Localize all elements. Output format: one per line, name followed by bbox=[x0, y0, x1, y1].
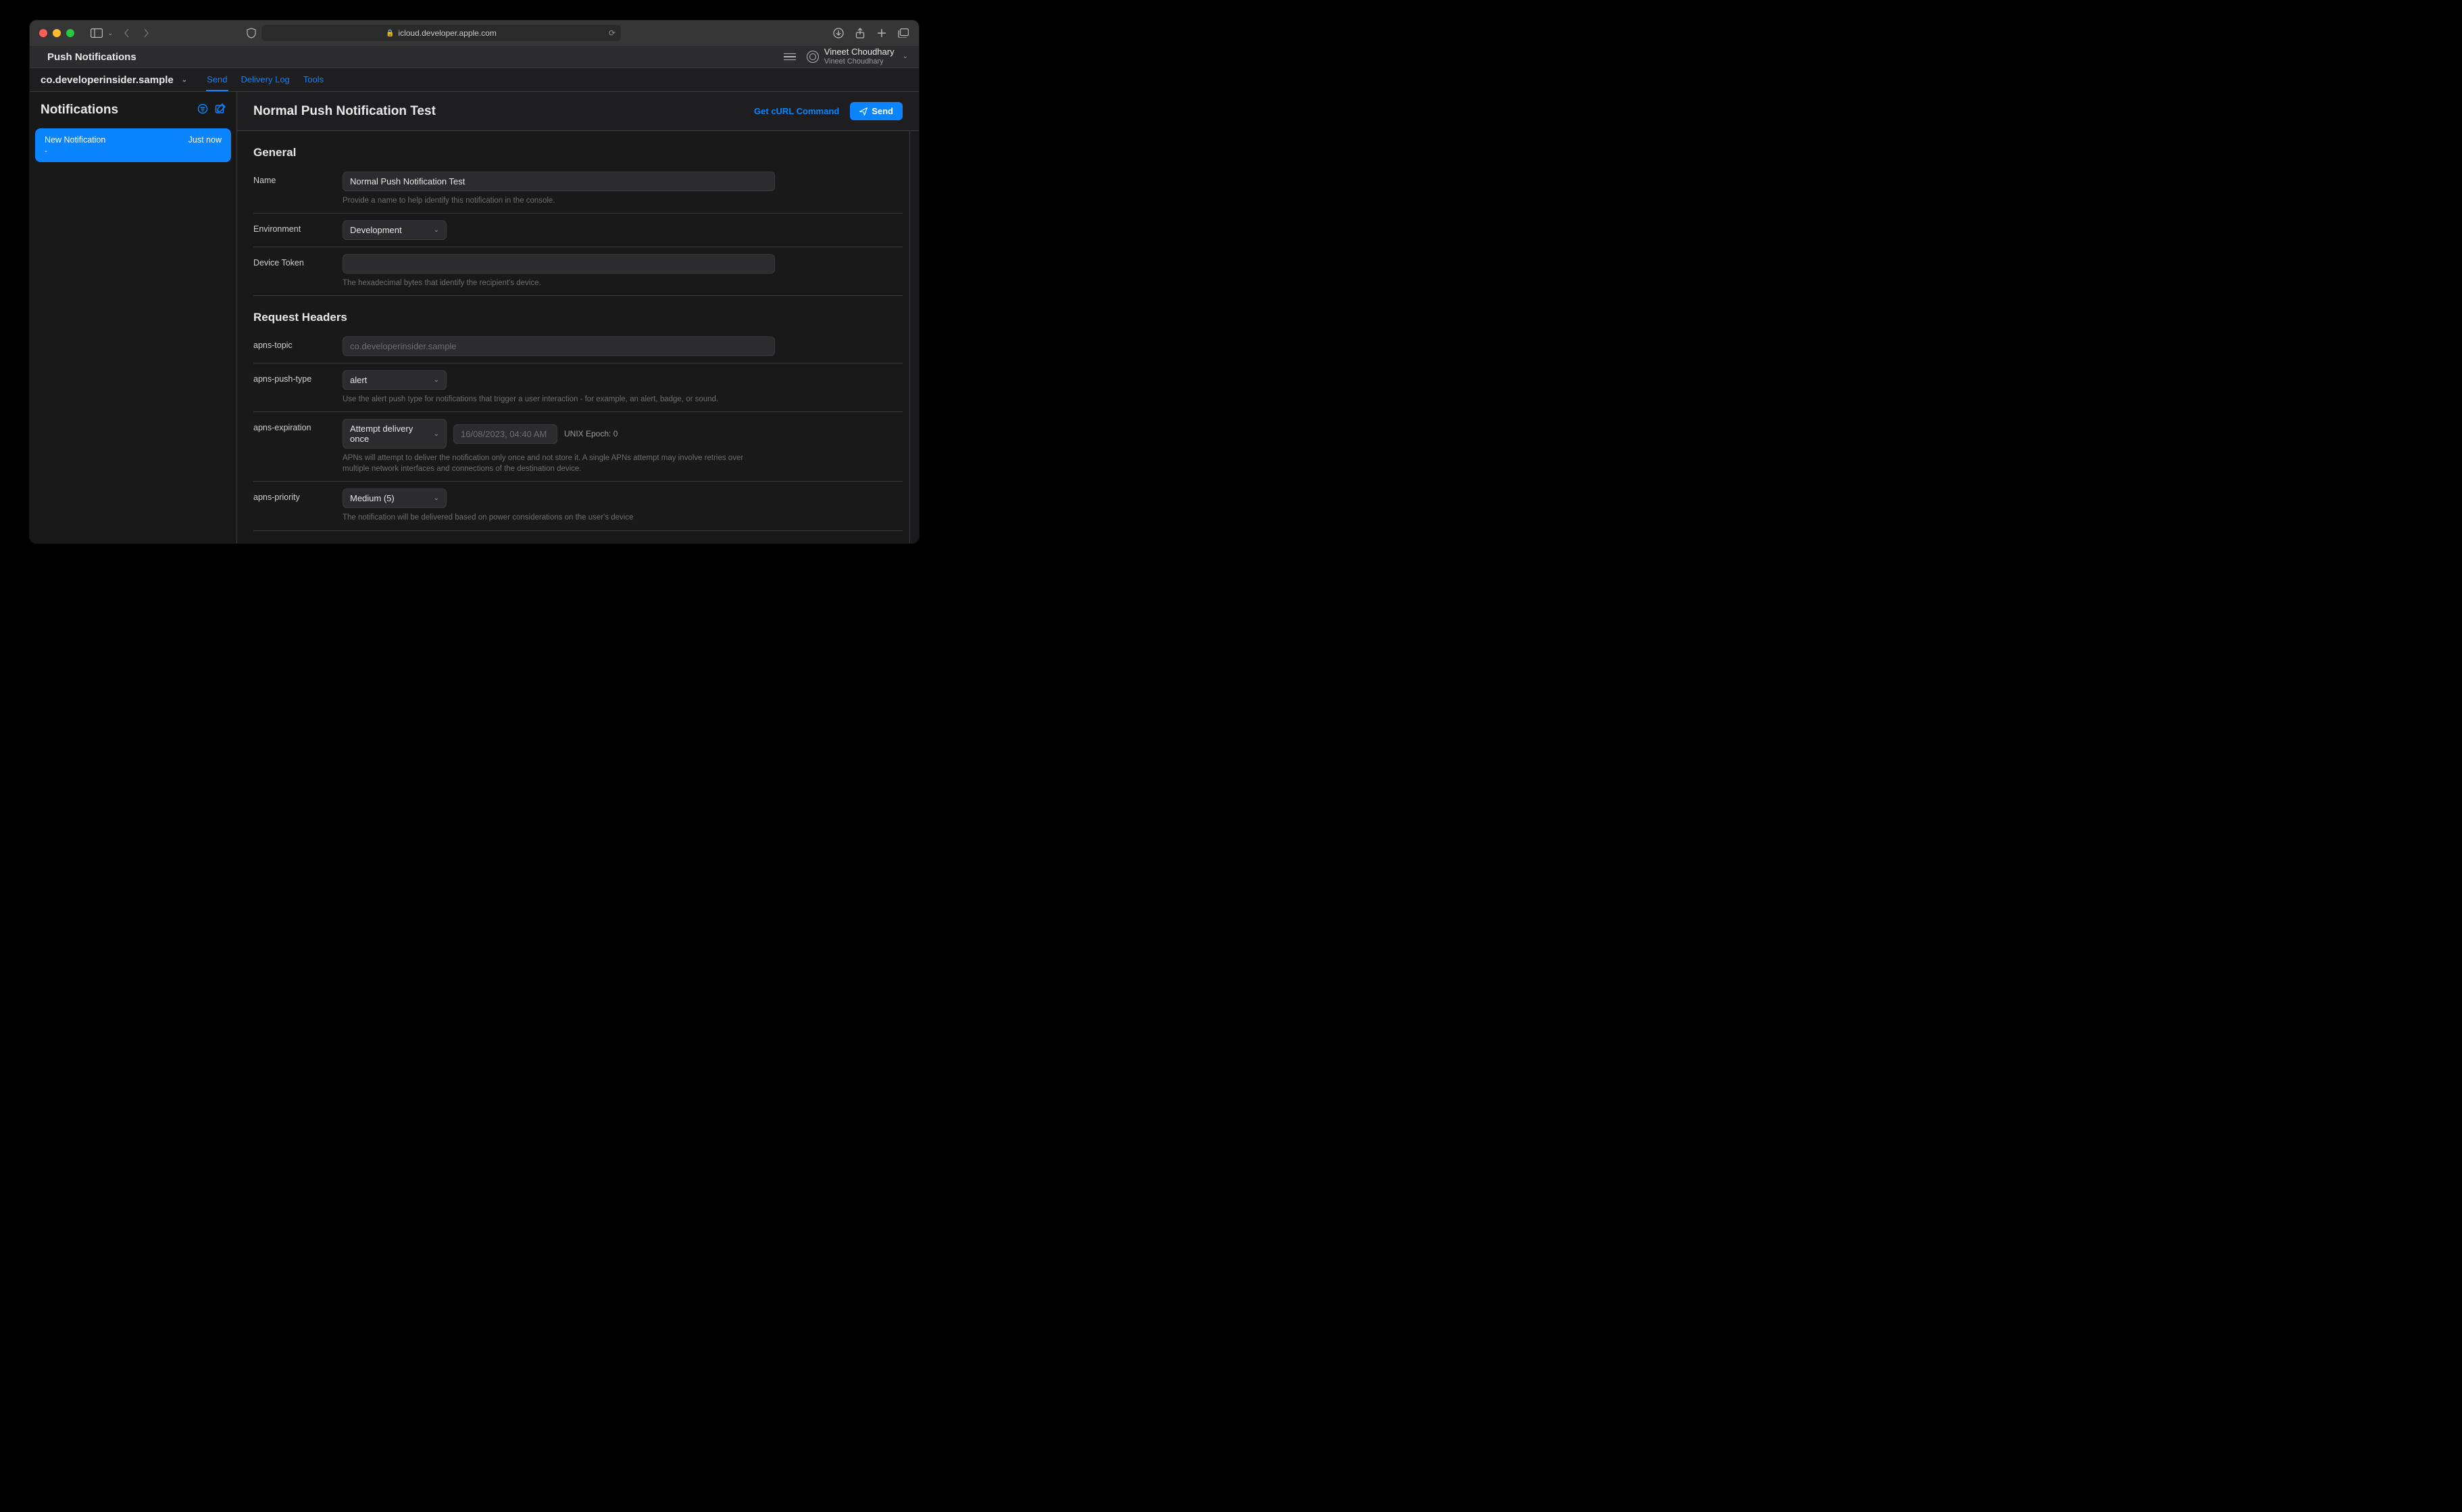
minimize-window-button[interactable] bbox=[53, 29, 61, 37]
app-header: Push Notifications Vineet Choudhary Vine… bbox=[30, 46, 919, 68]
chevron-down-icon: ⌄ bbox=[107, 30, 113, 37]
lock-icon: 🔒 bbox=[386, 30, 394, 37]
filter-icon[interactable] bbox=[197, 103, 208, 118]
chevron-down-icon: ⌄ bbox=[903, 53, 908, 60]
share-icon[interactable] bbox=[854, 27, 866, 39]
chevron-down-icon: ⌄ bbox=[182, 76, 187, 84]
user-team: Vineet Choudhary bbox=[824, 57, 895, 66]
new-tab-icon[interactable] bbox=[876, 27, 888, 39]
url-bar[interactable]: 🔒 icloud.developer.apple.com ⟳ bbox=[261, 25, 621, 41]
content-pane: Normal Push Notification Test Get cURL C… bbox=[237, 92, 919, 543]
environment-value: Development bbox=[350, 225, 402, 235]
environment-label: Environment bbox=[253, 220, 332, 234]
get-curl-button[interactable]: Get cURL Command bbox=[754, 106, 839, 116]
name-label: Name bbox=[253, 172, 332, 185]
apns-priority-select[interactable]: Medium (5) ⌄ bbox=[343, 488, 447, 508]
tab-delivery-log[interactable]: Delivery Log bbox=[241, 68, 291, 91]
tab-overview-icon[interactable] bbox=[897, 27, 909, 39]
apns-topic-label: apns-topic bbox=[253, 336, 332, 350]
apns-expiration-value: Attempt delivery once bbox=[350, 424, 431, 444]
window-controls bbox=[39, 29, 74, 37]
nav-back-button[interactable] bbox=[121, 27, 133, 39]
apns-push-type-label: apns-push-type bbox=[253, 370, 332, 384]
section-general: General bbox=[253, 146, 903, 159]
apns-topic-input[interactable] bbox=[343, 336, 775, 356]
sidebar: Notifications New Notification Just now … bbox=[30, 92, 237, 543]
nav-forward-button[interactable] bbox=[140, 27, 152, 39]
page-title: Normal Push Notification Test bbox=[253, 104, 754, 119]
apns-priority-value: Medium (5) bbox=[350, 493, 395, 503]
device-token-help: The hexadecimal bytes that identify the … bbox=[343, 278, 775, 288]
sidebar-title: Notifications bbox=[41, 103, 191, 118]
apns-push-type-help: Use the alert push type for notification… bbox=[343, 394, 775, 405]
apns-expiration-select[interactable]: Attempt delivery once ⌄ bbox=[343, 419, 447, 449]
app-id-selector[interactable]: co.developerinsider.sample ⌄ bbox=[41, 74, 187, 86]
device-token-input[interactable] bbox=[343, 254, 775, 274]
browser-toolbar: ⌄ 🔒 icloud.developer.apple.com ⟳ bbox=[30, 20, 919, 46]
reload-icon[interactable]: ⟳ bbox=[609, 28, 616, 38]
user-name: Vineet Choudhary bbox=[824, 47, 895, 57]
apns-expiration-epoch: UNIX Epoch: 0 bbox=[564, 429, 618, 438]
send-button[interactable]: Send bbox=[850, 102, 903, 120]
notification-list-item[interactable]: New Notification Just now - bbox=[35, 128, 231, 162]
sub-header: co.developerinsider.sample ⌄ Send Delive… bbox=[30, 68, 919, 92]
send-button-label: Send bbox=[872, 106, 893, 116]
name-help: Provide a name to help identify this not… bbox=[343, 195, 775, 206]
apns-expiration-label: apns-expiration bbox=[253, 419, 332, 432]
url-text: icloud.developer.apple.com bbox=[398, 28, 496, 38]
notification-title: New Notification bbox=[45, 135, 105, 145]
account-menu[interactable]: Vineet Choudhary Vineet Choudhary ⌄ bbox=[807, 47, 908, 66]
apns-priority-help: The notification will be delivered based… bbox=[343, 512, 775, 523]
tab-send[interactable]: Send bbox=[206, 68, 228, 91]
notification-time: Just now bbox=[189, 135, 222, 145]
apns-expiration-date-input[interactable] bbox=[453, 424, 557, 444]
app-window: ⌄ 🔒 icloud.developer.apple.com ⟳ bbox=[30, 20, 919, 543]
app-title: Push Notifications bbox=[47, 51, 136, 63]
app-id-label: co.developerinsider.sample bbox=[41, 74, 174, 86]
main-area: Notifications New Notification Just now … bbox=[30, 92, 919, 543]
chevron-down-icon: ⌄ bbox=[434, 430, 439, 438]
close-window-button[interactable] bbox=[39, 29, 47, 37]
notification-sub: - bbox=[45, 146, 222, 155]
apns-push-type-select[interactable]: alert ⌄ bbox=[343, 370, 447, 390]
chevron-down-icon: ⌄ bbox=[434, 495, 439, 502]
tab-tools[interactable]: Tools bbox=[303, 68, 324, 91]
apns-push-type-value: alert bbox=[350, 375, 367, 385]
chevron-down-icon: ⌄ bbox=[434, 226, 439, 234]
menu-button[interactable] bbox=[784, 53, 796, 61]
sidebar-toggle-button[interactable]: ⌄ bbox=[91, 27, 113, 39]
compose-icon[interactable] bbox=[215, 103, 226, 118]
scrollbar[interactable] bbox=[909, 92, 919, 543]
apns-expiration-help: APNs will attempt to deliver the notific… bbox=[343, 453, 748, 474]
downloads-icon[interactable] bbox=[832, 27, 845, 39]
section-headers: Request Headers bbox=[253, 311, 903, 324]
send-icon bbox=[859, 107, 868, 116]
chevron-down-icon: ⌄ bbox=[434, 376, 439, 384]
device-token-label: Device Token bbox=[253, 254, 332, 268]
environment-select[interactable]: Development ⌄ bbox=[343, 220, 447, 240]
avatar-icon bbox=[807, 51, 819, 63]
apns-priority-label: apns-priority bbox=[253, 488, 332, 502]
zoom-window-button[interactable] bbox=[66, 29, 74, 37]
name-input[interactable] bbox=[343, 172, 775, 191]
shield-icon[interactable] bbox=[245, 27, 257, 39]
